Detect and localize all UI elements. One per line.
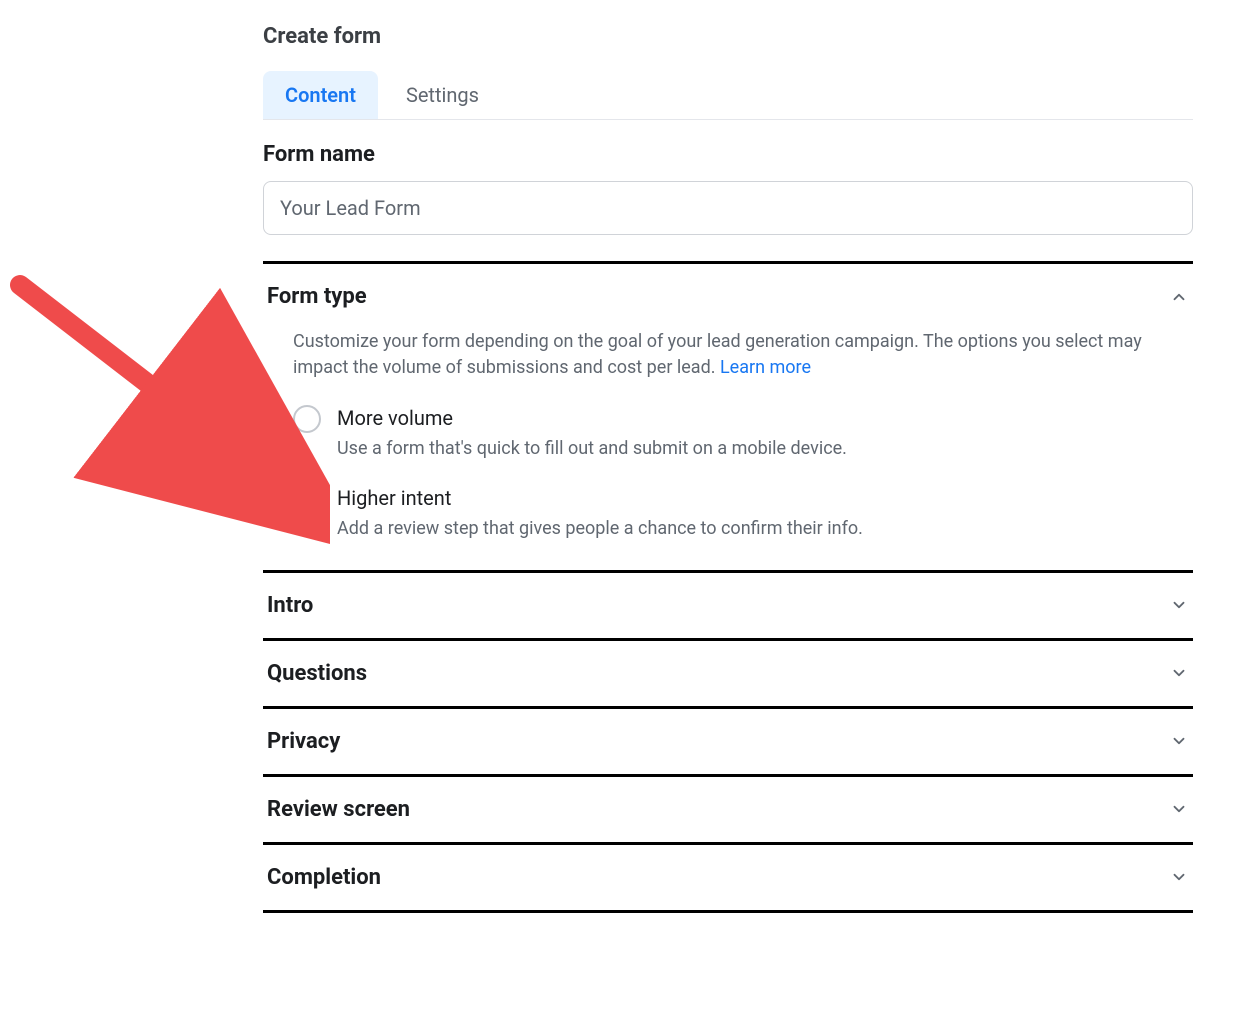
completion-title: Completion [267, 865, 381, 890]
accordion-header-completion[interactable]: Completion [263, 845, 1193, 910]
accordion-header-intro[interactable]: Intro [263, 573, 1193, 638]
accordion-header-questions[interactable]: Questions [263, 641, 1193, 706]
chevron-down-icon [1169, 799, 1189, 819]
radio-higher-intent-label: Higher intent [337, 485, 863, 512]
radio-more-volume[interactable] [293, 405, 321, 433]
questions-title: Questions [267, 661, 367, 686]
section-form-type: Form type Customize your form depending … [263, 264, 1193, 570]
chevron-down-icon [1169, 595, 1189, 615]
form-type-description: Customize your form depending on the goa… [293, 329, 1153, 381]
radio-option-higher-intent[interactable]: Higher intent Add a review step that giv… [293, 485, 1189, 541]
form-name-input[interactable] [263, 181, 1193, 235]
accordion-header-privacy[interactable]: Privacy [263, 709, 1193, 774]
tab-content[interactable]: Content [263, 71, 378, 119]
radio-more-volume-text: More volume Use a form that's quick to f… [337, 405, 847, 461]
tab-settings[interactable]: Settings [384, 71, 501, 119]
radio-option-more-volume[interactable]: More volume Use a form that's quick to f… [293, 405, 1189, 461]
review-screen-title: Review screen [267, 797, 410, 822]
intro-title: Intro [267, 593, 313, 618]
radio-higher-intent-desc: Add a review step that gives people a ch… [337, 516, 863, 541]
form-type-body: Customize your form depending on the goa… [263, 329, 1193, 570]
divider [263, 910, 1193, 913]
form-name-label: Form name [263, 142, 1193, 167]
tab-bar: Content Settings [263, 71, 1193, 120]
accordion-header-review-screen[interactable]: Review screen [263, 777, 1193, 842]
chevron-up-icon [1169, 287, 1189, 307]
radio-higher-intent-text: Higher intent Add a review step that giv… [337, 485, 863, 541]
chevron-down-icon [1169, 867, 1189, 887]
form-type-title: Form type [267, 284, 367, 309]
chevron-down-icon [1169, 731, 1189, 751]
learn-more-link[interactable]: Learn more [720, 357, 811, 378]
radio-more-volume-label: More volume [337, 405, 847, 432]
chevron-down-icon [1169, 663, 1189, 683]
accordion-header-form-type[interactable]: Form type [263, 264, 1193, 329]
form-name-section: Form name [263, 142, 1193, 235]
page-title: Create form [263, 24, 1193, 49]
radio-more-volume-desc: Use a form that's quick to fill out and … [337, 436, 847, 461]
privacy-title: Privacy [267, 729, 340, 754]
form-type-desc-text: Customize your form depending on the goa… [293, 331, 1142, 378]
form-builder-panel: Create form Content Settings Form name F… [263, 24, 1193, 913]
radio-higher-intent[interactable] [293, 485, 321, 513]
